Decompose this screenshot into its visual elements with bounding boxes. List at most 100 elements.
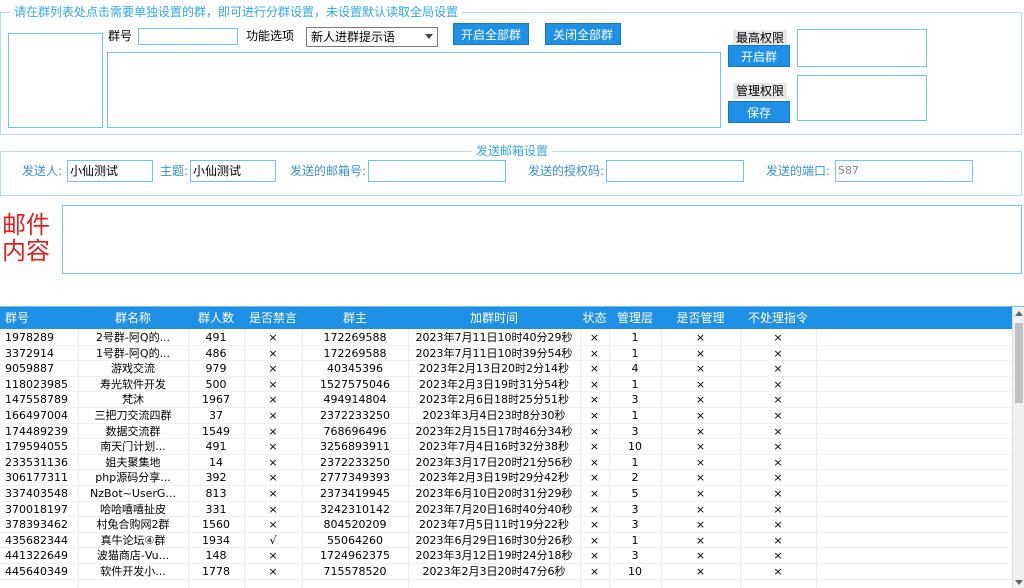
chevron-down-icon <box>425 34 433 39</box>
table-cell-owner: 2372233250 <box>320 455 390 469</box>
table-cell-group-no: 147558789 <box>5 393 68 407</box>
table-cell-group-no: 441322649 <box>5 549 68 563</box>
top-permission-textarea[interactable] <box>797 29 927 67</box>
column-divider <box>609 329 610 588</box>
table-cell-is-admin: × <box>695 549 706 563</box>
table-row[interactable]: 1978289 2号群-阿Q的... 491 × 172269588 2023年7月11日… <box>0 330 1012 346</box>
function-option-select[interactable]: 新人进群提示语 <box>306 27 438 47</box>
table-row[interactable]: 378393462 村兔合购网2群 1560 × 804520209 2023年7月5日1… <box>0 517 1012 533</box>
admin-permission-textarea[interactable] <box>797 75 927 121</box>
group-no-input[interactable] <box>138 28 238 45</box>
header-col-group-no[interactable]: 群号 <box>0 307 78 329</box>
column-divider <box>816 329 817 588</box>
table-cell-group-no: 1978289 <box>5 331 54 344</box>
table-cell-ignore-cmd: × <box>773 440 783 454</box>
table-cell-owner: 494914804 <box>323 393 387 407</box>
table-cell-status: × <box>589 471 600 485</box>
table-cell-owner: 55064260 <box>327 533 383 547</box>
save-button[interactable]: 保存 <box>728 101 790 123</box>
table-cell-status: × <box>589 549 600 563</box>
table-row[interactable]: 179594055 南天门计划... 491 × 3256893911 2023年7月4日… <box>0 439 1012 455</box>
table-cell-member-count: 1934 <box>202 533 230 547</box>
sender-input[interactable]: 小仙测试 <box>67 160 153 182</box>
table-row[interactable]: 9059887 游戏交流 979 × 40345396 2023年2月13日20时2分14… <box>0 361 1012 377</box>
table-cell-status: × <box>589 409 600 422</box>
table-row[interactable]: 3372914 1号群-阿Q的... 486 × 172269588 2023年7月11日… <box>0 346 1012 362</box>
table-cell-group-name: 游戏交流 <box>111 362 155 376</box>
port-input[interactable]: 587 <box>835 160 973 182</box>
mail-content-textarea[interactable] <box>62 205 1022 274</box>
header-col-group-name[interactable]: 群名称 <box>78 307 188 329</box>
table-cell-admin-level: 4 <box>631 362 639 376</box>
table-row[interactable]: 370018197 哈哈嘻嘻扯皮 331 × 3242310142 2023年7月20日1… <box>0 502 1012 518</box>
open-all-groups-button[interactable]: 开启全部群 <box>453 23 529 45</box>
table-row[interactable]: 118023985 寿光软件开发 500 × 1527575046 2023年2月3日19… <box>0 377 1012 393</box>
close-all-groups-button[interactable]: 关闭全部群 <box>545 23 621 45</box>
column-divider <box>661 329 662 588</box>
table-cell-owner: 2777349393 <box>320 471 390 485</box>
table-cell-muted: × <box>268 440 278 454</box>
email-input[interactable] <box>368 160 506 182</box>
table-cell-owner: 1724962375 <box>320 549 390 563</box>
header-col-is-admin[interactable]: 是否管理 <box>661 307 740 329</box>
table-cell-admin-level: 1 <box>631 455 639 469</box>
table-cell-join-time: 2023年2月6日18时25分51秒 <box>419 393 569 407</box>
scroll-up-icon[interactable] <box>1015 311 1023 316</box>
table-cell-member-count: 1549 <box>202 424 230 438</box>
table-cell-join-time: 2023年3月17日20时21分56秒 <box>415 455 573 469</box>
email-label: 发送的邮箱号: <box>290 164 367 178</box>
table-row[interactable]: 306177311 php源码分享... 392 × 2777349393 2023年2月… <box>0 470 1012 486</box>
table-cell-admin-level: 3 <box>631 502 639 516</box>
scroll-thumb[interactable] <box>1015 323 1023 403</box>
header-col-admin-level[interactable]: 管理层 <box>609 307 661 329</box>
mail-content-title-line1: 邮件 <box>2 211 50 239</box>
table-cell-ignore-cmd: × <box>773 409 783 422</box>
mail-settings-legend: 发送邮箱设置 <box>472 144 553 158</box>
group-message-textarea[interactable] <box>107 52 721 128</box>
table-row[interactable]: 174489239 数据交流群 1549 × 768696496 2023年2月15日17… <box>0 424 1012 440</box>
table-cell-admin-level: 3 <box>631 393 639 407</box>
table-cell-is-admin: × <box>695 565 706 578</box>
group-list-table[interactable]: 群号 群名称 群人数 是否禁言 群主 加群时间 状态 管理层 是否管理 不处理指令 1978289… <box>0 306 1024 588</box>
sender-label: 发送人: <box>22 164 63 178</box>
table-cell-member-count: 979 <box>205 362 227 376</box>
table-cell-is-admin: × <box>695 533 706 547</box>
table-cell-muted: × <box>268 362 278 376</box>
column-divider <box>244 329 245 588</box>
header-col-ignore-cmd[interactable]: 不处理指令 <box>740 307 816 329</box>
table-row[interactable]: 147558789 梵沐 1967 × 494914804 2023年2月6日18时25分… <box>0 392 1012 408</box>
table-cell-owner: 768696496 <box>323 424 387 438</box>
table-row[interactable]: 445640349 软件开发小... 1778 × 715578520 2023年2月3日… <box>0 564 1012 580</box>
table-row[interactable]: 166497004 三把刀交流四群 37 × 2372233250 2023年3月4日23… <box>0 408 1012 424</box>
header-col-join-time[interactable]: 加群时间 <box>408 307 580 329</box>
header-col-member-count[interactable]: 群人数 <box>188 307 244 329</box>
header-col-status[interactable]: 状态 <box>580 307 609 329</box>
table-row[interactable]: 435682344 真牛论坛④群 1934 √ 55064260 2023年6月29日16… <box>0 533 1012 549</box>
vertical-scrollbar[interactable] <box>1012 307 1024 588</box>
table-row[interactable]: 441322649 波猫商店-Vu... 148 × 1724962375 2023年3月… <box>0 548 1012 564</box>
header-col-owner[interactable]: 群主 <box>302 307 408 329</box>
header-col-muted[interactable]: 是否禁言 <box>244 307 302 329</box>
table-cell-status: × <box>589 440 600 454</box>
table-cell-group-name: 软件开发小... <box>100 565 166 578</box>
table-row[interactable]: 233531136 姐夫聚集地 14 × 2372233250 2023年3月17日20时… <box>0 455 1012 471</box>
table-cell-status: × <box>589 346 600 360</box>
table-cell-muted: × <box>268 409 278 422</box>
scroll-down-icon[interactable] <box>1015 580 1023 585</box>
column-divider <box>78 329 79 588</box>
subject-input[interactable]: 小仙测试 <box>190 160 276 182</box>
table-header: 群号 群名称 群人数 是否禁言 群主 加群时间 状态 管理层 是否管理 不处理指令 <box>0 307 1012 329</box>
table-cell-admin-level: 10 <box>628 565 642 578</box>
table-cell-is-admin: × <box>695 377 706 391</box>
group-avatar-box <box>8 33 103 128</box>
table-cell-group-name: 梵沐 <box>122 393 144 407</box>
table-cell-muted: × <box>268 502 278 516</box>
column-divider <box>740 329 741 588</box>
table-cell-owner: 3242310142 <box>320 502 390 516</box>
subject-label: 主题: <box>160 164 189 178</box>
table-cell-status: × <box>589 455 600 469</box>
table-cell-muted: × <box>268 331 278 344</box>
auth-code-input[interactable] <box>606 160 744 182</box>
table-row[interactable]: 337403548 NzBot~UserG... 813 × 2373419945 202… <box>0 486 1012 502</box>
open-group-button[interactable]: 开启群 <box>728 45 790 67</box>
